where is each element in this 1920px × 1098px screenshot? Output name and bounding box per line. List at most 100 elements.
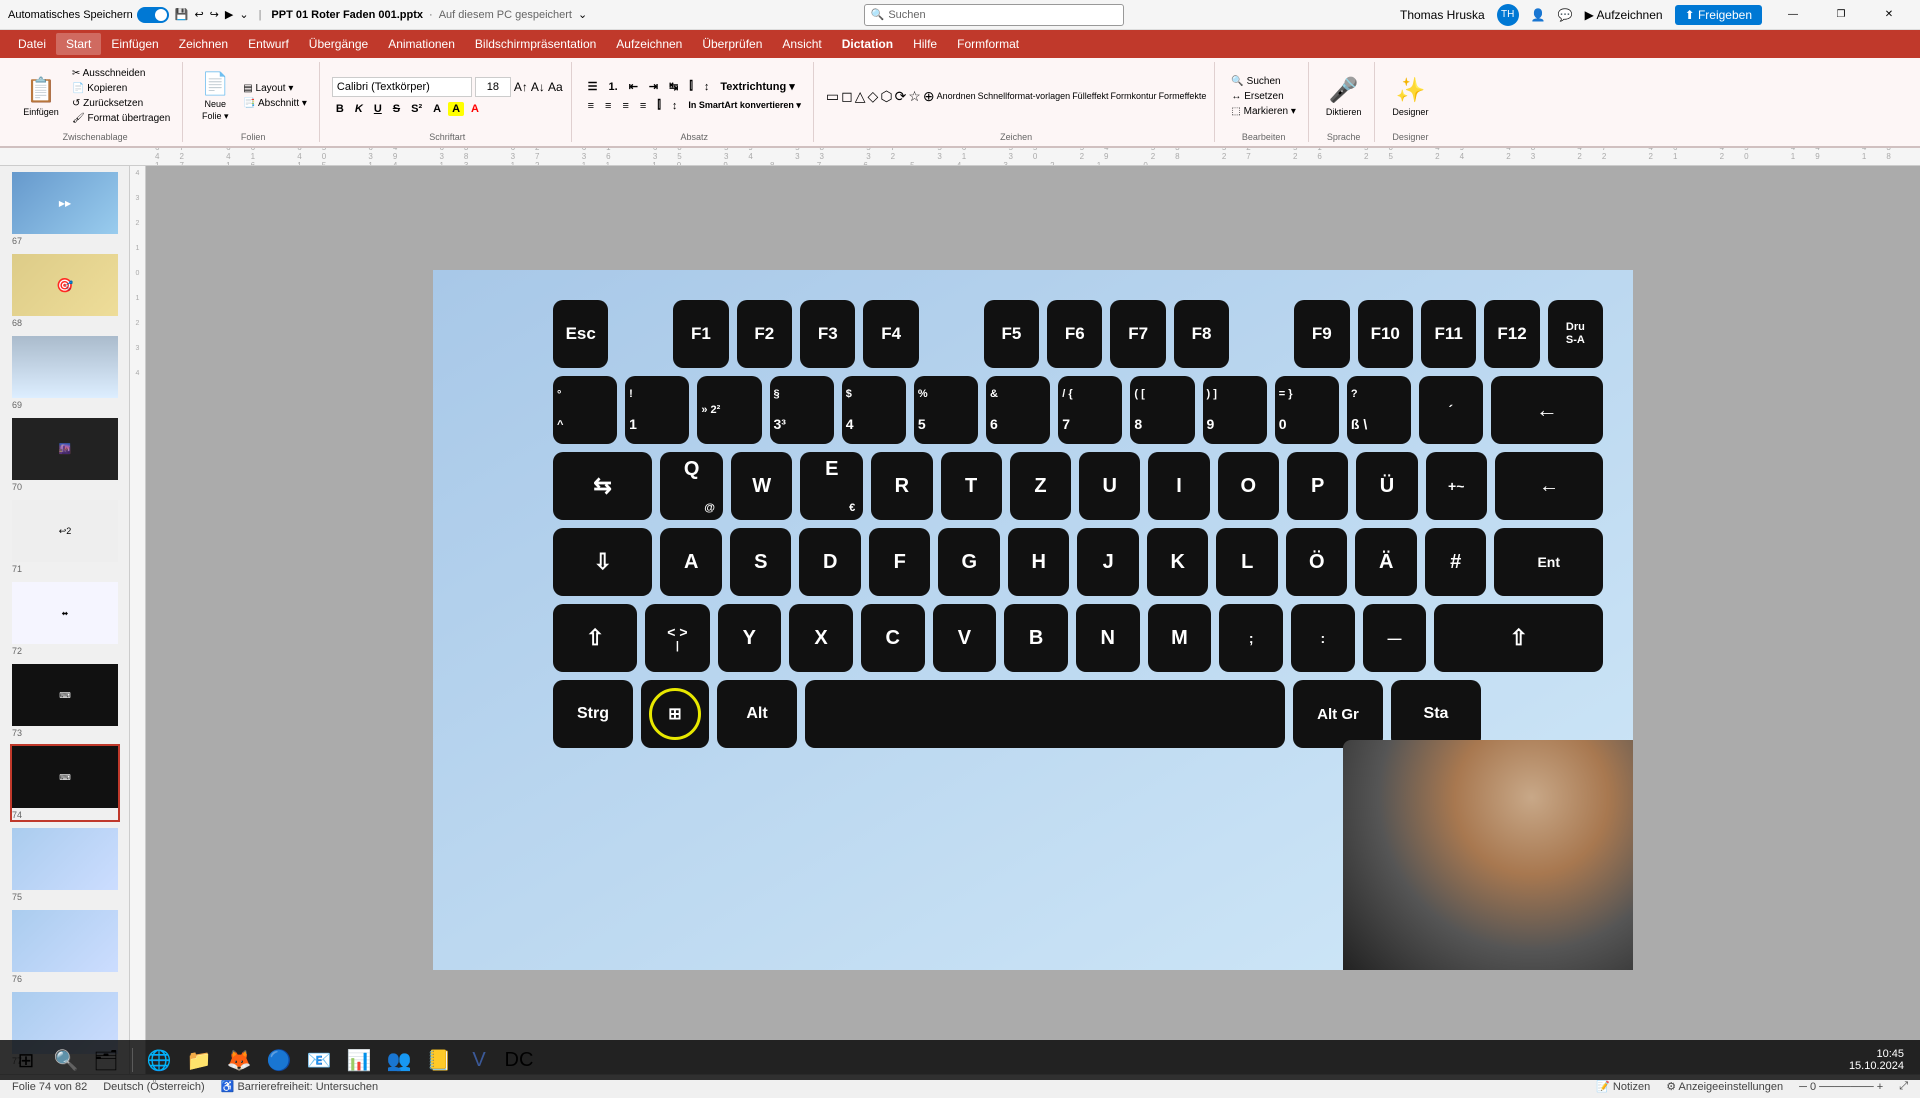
taskbar-edge-btn[interactable]: 🌐 [141, 1042, 177, 1078]
reset-button[interactable]: ↺ Zurücksetzen [68, 97, 174, 110]
menu-uebergaenge[interactable]: Übergänge [299, 33, 378, 55]
dictate-button[interactable]: 🎤 Diktieren [1321, 73, 1367, 120]
clear-format-btn[interactable]: Aa [548, 80, 563, 94]
menu-entwurf[interactable]: Entwurf [238, 33, 299, 55]
layout-button[interactable]: ▤ Layout ▾ [239, 82, 311, 95]
taskbar-firefox-btn[interactable]: 🦊 [221, 1042, 257, 1078]
notes-btn[interactable]: 📝 Notizen [1596, 1080, 1650, 1093]
shape-5[interactable]: ⬡ [880, 88, 892, 105]
font-color-btn[interactable]: A [429, 102, 445, 116]
font-size-input[interactable] [475, 77, 511, 97]
search-box[interactable]: 🔍 Suchen [864, 4, 1124, 26]
menu-datei[interactable]: Datei [8, 33, 56, 55]
dec-indent-btn[interactable]: ⇤ [625, 79, 642, 94]
inc-indent-btn[interactable]: ⇥ [645, 79, 662, 94]
format-button[interactable]: 🖌 Format übertragen [68, 112, 174, 125]
align-left-btn[interactable]: ≡ [584, 99, 598, 113]
menu-aufzeichnen[interactable]: Aufzeichnen [606, 33, 692, 55]
menu-bildschirm[interactable]: Bildschirmpräsentation [465, 33, 606, 55]
align-center-btn[interactable]: ≡ [601, 99, 615, 113]
taskbar-chrome-btn[interactable]: 🔵 [261, 1042, 297, 1078]
italic-btn[interactable]: K [351, 102, 367, 116]
shape-3[interactable]: △ [855, 88, 866, 105]
quickstyle-btn[interactable]: Schnellformat-vorlagen [978, 91, 1071, 101]
present-icon[interactable]: ▶ [225, 8, 233, 21]
font-grow-btn[interactable]: A↑ [514, 80, 528, 94]
menu-animationen[interactable]: Animationen [378, 33, 465, 55]
shadow-btn[interactable]: S² [407, 102, 426, 116]
menu-dictation[interactable]: Dictation [832, 33, 903, 55]
shape-6[interactable]: ⟳ [895, 88, 907, 105]
redo-icon[interactable]: ↪ [210, 8, 219, 21]
linespacing-btn[interactable]: ↕ [668, 99, 682, 113]
taskbar-teams-btn[interactable]: 👥 [381, 1042, 417, 1078]
menu-formformat[interactable]: Formformat [947, 33, 1029, 55]
select-btn[interactable]: ⬚ Markieren ▾ [1227, 105, 1299, 118]
menu-start[interactable]: Start [56, 33, 101, 55]
taskbar-explorer-btn[interactable]: 📁 [181, 1042, 217, 1078]
shape-2[interactable]: ◻ [841, 88, 853, 105]
search-edit-btn[interactable]: 🔍 Suchen [1227, 75, 1299, 88]
underline-btn[interactable]: U [370, 102, 386, 116]
close-button[interactable]: ✕ [1866, 0, 1912, 30]
slide-thumb-71[interactable]: ↩2 71 [10, 498, 120, 576]
list-btn[interactable]: ☰ [584, 79, 602, 94]
slide-thumb-67[interactable]: ▶▶ 67 [10, 170, 120, 248]
rtl-btn[interactable]: ↹ [665, 79, 682, 94]
copy-button[interactable]: 📄 Kopieren [68, 82, 174, 95]
autosave-toggle[interactable]: Automatisches Speichern [8, 7, 169, 23]
strikethrough-btn[interactable]: S [389, 102, 404, 116]
autosave-pill[interactable] [137, 7, 169, 23]
textdir-btn[interactable]: ↕ [700, 80, 714, 94]
formoutline-btn[interactable]: Formkontur [1111, 91, 1157, 101]
taskbar-taskview-btn[interactable]: 🗂 [88, 1042, 124, 1078]
accessibility-btn[interactable]: ♿ Barrierefreiheit: Untersuchen [221, 1080, 378, 1093]
new-slide-button[interactable]: 📄 Neue Folie ▾ [195, 68, 235, 125]
slide-thumb-74[interactable]: ⌨ 74 [10, 744, 120, 822]
section-button[interactable]: 📑 Abschnitt ▾ [239, 97, 311, 110]
font-name-input[interactable] [332, 77, 472, 97]
replace-btn[interactable]: ↔ Ersetzen [1227, 90, 1299, 103]
align-right-btn[interactable]: ≡ [618, 99, 632, 113]
save-icon[interactable]: 💾 [175, 8, 189, 21]
slide-thumb-69[interactable]: 69 [10, 334, 120, 412]
menu-hilfe[interactable]: Hilfe [903, 33, 947, 55]
shape-4[interactable]: ◇ [868, 88, 879, 105]
slide-thumb-70[interactable]: 🌆 70 [10, 416, 120, 494]
fit-btn[interactable]: ⤢ [1899, 1080, 1908, 1093]
slide-thumb-76[interactable]: 76 [10, 908, 120, 986]
taskbar-outlook-btn[interactable]: 📧 [301, 1042, 337, 1078]
slide-thumb-68[interactable]: 🎯 68 [10, 252, 120, 330]
menu-ueberpruefen[interactable]: Überprüfen [692, 33, 772, 55]
more-icon[interactable]: ⌄ [239, 8, 248, 21]
comments-icon[interactable]: 💬 [1558, 8, 1573, 22]
taskbar-start-btn[interactable]: ⊞ [8, 1042, 44, 1078]
filleffect-btn[interactable]: Fülleffekt [1072, 91, 1108, 101]
menu-einfuegen[interactable]: Einfügen [101, 33, 168, 55]
align-text-btn[interactable]: Textrichtung ▾ [716, 79, 798, 94]
smartart-btn[interactable]: In SmartArt konvertieren ▾ [684, 99, 805, 112]
chevron-down-icon[interactable]: ⌄ [578, 8, 587, 21]
arrange-btn[interactable]: Anordnen [937, 91, 976, 101]
menu-zeichnen[interactable]: Zeichnen [169, 33, 238, 55]
menu-ansicht[interactable]: Ansicht [772, 33, 831, 55]
shape-7[interactable]: ☆ [908, 88, 921, 105]
highlight-btn[interactable]: A [448, 102, 464, 116]
slide-canvas-area[interactable]: Esc F1 F2 F3 F4 F5 F6 F7 F8 F9 F10 [146, 166, 1920, 1074]
justify-btn[interactable]: ≡ [636, 99, 650, 113]
designer-button[interactable]: ✨ Designer [1387, 73, 1433, 120]
minimize-button[interactable]: — [1770, 0, 1816, 30]
taskbar-dc-indicator[interactable]: DC [501, 1042, 537, 1078]
zoom-slider[interactable]: ─ 0 ─────── + [1799, 1081, 1883, 1093]
taskbar-onenote-btn[interactable]: 📒 [421, 1042, 457, 1078]
col2-btn[interactable]: ⫿ [653, 98, 665, 113]
taskbar-visio-btn[interactable]: V [461, 1042, 497, 1078]
undo-icon[interactable]: ↩ [194, 8, 203, 21]
cut-button[interactable]: ✂ Ausschneiden [68, 67, 174, 80]
slide-thumb-72[interactable]: ⬌ 72 [10, 580, 120, 658]
slide-thumb-75[interactable]: 75 [10, 826, 120, 904]
shape-1[interactable]: ▭ [826, 88, 839, 105]
col-btn[interactable]: ⫿ [685, 79, 697, 94]
share-btn[interactable]: ⬆ Freigeben [1675, 5, 1762, 25]
text-color-btn[interactable]: A [467, 102, 483, 116]
